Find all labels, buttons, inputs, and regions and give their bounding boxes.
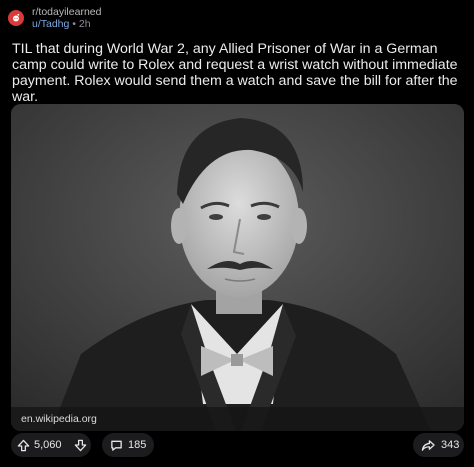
comment-count: 185 xyxy=(128,439,147,451)
meta-separator: • xyxy=(72,18,76,30)
action-bar: 5,060 185 343 xyxy=(11,433,464,457)
comment-button[interactable]: 185 xyxy=(102,433,154,457)
post-header: r/todayilearned u/Tadhg • 2h xyxy=(8,6,101,32)
downvote-arrow-icon[interactable] xyxy=(74,439,87,452)
post-meta: u/Tadhg • 2h xyxy=(32,18,101,30)
share-arrow-icon xyxy=(421,439,435,452)
upvote-count: 5,060 xyxy=(34,439,62,451)
post-title[interactable]: TIL that during World War 2, any Allied … xyxy=(12,41,464,105)
link-domain: en.wikipedia.org xyxy=(21,413,97,425)
subreddit-name[interactable]: r/todayilearned xyxy=(32,6,101,18)
share-button[interactable]: 343 xyxy=(413,433,464,457)
author-link[interactable]: u/Tadhg xyxy=(32,18,69,30)
share-count: 343 xyxy=(441,439,460,451)
upvote-arrow-icon[interactable] xyxy=(17,439,30,452)
post-image[interactable]: en.wikipedia.org xyxy=(11,104,464,431)
vote-pill: 5,060 xyxy=(11,433,91,457)
subreddit-avatar-icon[interactable] xyxy=(8,10,24,26)
post-age: 2h xyxy=(78,18,91,30)
portrait-photo xyxy=(11,104,464,431)
link-domain-bar[interactable]: en.wikipedia.org xyxy=(11,407,464,431)
comment-bubble-icon xyxy=(110,439,123,452)
